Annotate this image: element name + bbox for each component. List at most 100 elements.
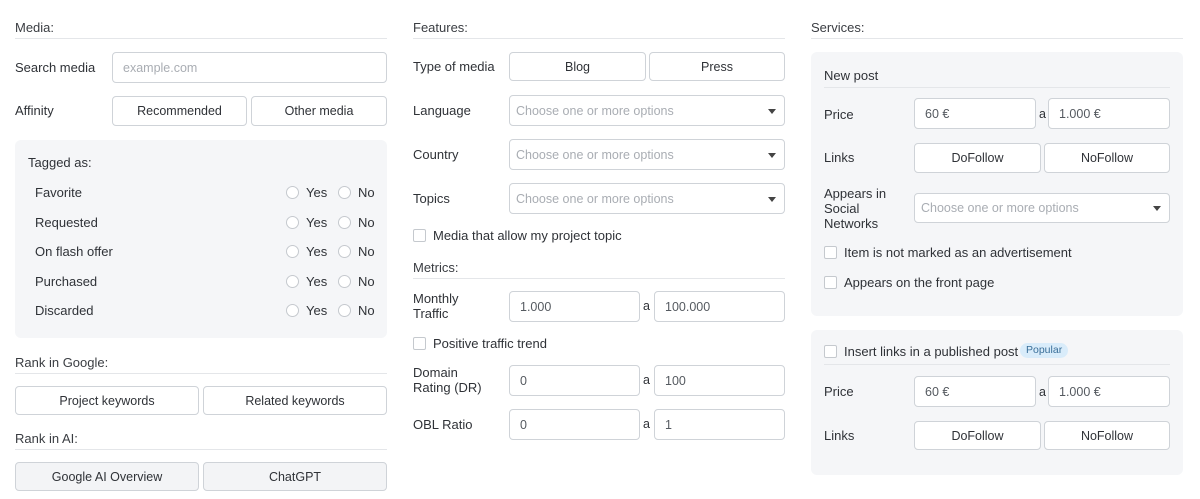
tagged-as-title: Tagged as:	[28, 155, 92, 170]
metrics-title: Metrics:	[413, 260, 459, 275]
language-select[interactable]: Choose one or more options	[509, 95, 785, 126]
type-blog-button[interactable]: Blog	[509, 52, 646, 81]
discarded-no-radio[interactable]	[338, 304, 351, 317]
front-page-label: Appears on the front page	[844, 275, 995, 290]
favorite-no-radio[interactable]	[338, 186, 351, 199]
new-post-dofollow-button[interactable]: DoFollow	[914, 143, 1041, 173]
rank-ai-title: Rank in AI:	[15, 431, 78, 446]
social-networks-select[interactable]: Choose one or more options	[914, 193, 1170, 223]
new-post-title: New post	[824, 68, 879, 83]
type-of-media-label: Type of media	[413, 59, 495, 74]
rank-google-title: Rank in Google:	[15, 355, 109, 370]
monthly-traffic-label: Monthly Traffic	[413, 291, 459, 321]
published-post-checkbox[interactable]	[824, 345, 837, 358]
range-separator: a	[643, 417, 650, 431]
tagged-row-label: On flash offer	[35, 244, 113, 259]
chevron-down-icon	[1153, 206, 1161, 211]
affinity-recommended-button[interactable]: Recommended	[112, 96, 247, 126]
requested-yes-radio[interactable]	[286, 216, 299, 229]
new-post-price-max-input[interactable]: 1.000 €	[1048, 98, 1170, 129]
country-select[interactable]: Choose one or more options	[509, 139, 785, 170]
media-title: Media:	[15, 20, 55, 35]
flash-offer-no-radio[interactable]	[338, 245, 351, 258]
front-page-checkbox[interactable]	[824, 276, 837, 289]
tagged-row-label: Favorite	[35, 185, 82, 200]
published-nofollow-button[interactable]: NoFollow	[1044, 421, 1170, 450]
no-label: No	[358, 215, 375, 230]
affinity-other-media-button[interactable]: Other media	[251, 96, 387, 126]
chevron-down-icon	[768, 196, 776, 202]
allow-topic-label: Media that allow my project topic	[433, 228, 622, 243]
new-post-nofollow-button[interactable]: NoFollow	[1044, 143, 1170, 173]
topics-label: Topics	[413, 191, 450, 206]
not-ad-label: Item is not marked as an advertisement	[844, 245, 1072, 260]
published-price-min-input[interactable]: 60 €	[914, 376, 1036, 407]
chevron-down-icon	[768, 108, 776, 114]
language-label: Language	[413, 103, 471, 118]
search-media-input[interactable]: example.com	[112, 52, 387, 83]
range-separator: a	[1039, 385, 1046, 399]
project-keywords-button[interactable]: Project keywords	[15, 386, 199, 415]
purchased-yes-radio[interactable]	[286, 275, 299, 288]
country-placeholder: Choose one or more options	[516, 147, 674, 162]
topics-select[interactable]: Choose one or more options	[509, 183, 785, 214]
yes-label: Yes	[306, 215, 328, 230]
yes-label: Yes	[306, 244, 328, 259]
new-post-price-label: Price	[824, 107, 854, 122]
discarded-yes-radio[interactable]	[286, 304, 299, 317]
domain-rating-max-input[interactable]: 100	[654, 365, 785, 396]
purchased-no-radio[interactable]	[338, 275, 351, 288]
language-placeholder: Choose one or more options	[516, 103, 674, 118]
tagged-row-label: Discarded	[35, 303, 94, 318]
allow-topic-checkbox[interactable]	[413, 229, 426, 242]
tagged-row-label: Requested	[35, 215, 98, 230]
rank-google-divider	[15, 373, 387, 374]
rank-ai-divider	[15, 449, 387, 450]
published-post-panel: Insert links in a published post Popular…	[811, 330, 1183, 475]
positive-trend-label: Positive traffic trend	[433, 336, 547, 351]
yes-label: Yes	[306, 303, 328, 318]
social-networks-label: Appears in Social Networks	[824, 186, 887, 231]
new-post-panel: New post Price 60 € a 1.000 € Links DoFo…	[811, 52, 1183, 316]
published-post-divider	[824, 364, 1170, 365]
features-title: Features:	[413, 20, 468, 35]
features-divider	[413, 38, 785, 39]
yes-label: Yes	[306, 274, 328, 289]
obl-ratio-max-input[interactable]: 1	[654, 409, 785, 440]
search-media-label: Search media	[15, 60, 96, 75]
obl-ratio-min-input[interactable]: 0	[509, 409, 640, 440]
published-price-max-input[interactable]: 1.000 €	[1048, 376, 1170, 407]
type-press-button[interactable]: Press	[649, 52, 785, 81]
published-post-title: Insert links in a published post	[844, 344, 1019, 359]
country-label: Country	[413, 147, 459, 162]
requested-no-radio[interactable]	[338, 216, 351, 229]
monthly-traffic-min-input[interactable]: 1.000	[509, 291, 640, 322]
not-ad-checkbox[interactable]	[824, 246, 837, 259]
tagged-row-label: Purchased	[35, 274, 98, 289]
new-post-divider	[824, 87, 1170, 88]
related-keywords-button[interactable]: Related keywords	[203, 386, 387, 415]
google-ai-overview-button[interactable]: Google AI Overview	[15, 462, 199, 491]
tagged-as-panel: Tagged as: Favorite Yes No Requested Yes…	[15, 140, 387, 338]
domain-rating-min-input[interactable]: 0	[509, 365, 640, 396]
new-post-price-min-input[interactable]: 60 €	[914, 98, 1036, 129]
range-separator: a	[1039, 107, 1046, 121]
flash-offer-yes-radio[interactable]	[286, 245, 299, 258]
yes-label: Yes	[306, 185, 328, 200]
monthly-traffic-max-input[interactable]: 100.000	[654, 291, 785, 322]
no-label: No	[358, 303, 375, 318]
new-post-links-label: Links	[824, 150, 855, 165]
domain-rating-label: Domain Rating (DR)	[413, 365, 482, 395]
media-divider	[15, 38, 387, 39]
metrics-divider	[413, 278, 785, 279]
services-title: Services:	[811, 20, 865, 35]
range-separator: a	[643, 299, 650, 313]
published-dofollow-button[interactable]: DoFollow	[914, 421, 1041, 450]
positive-trend-checkbox[interactable]	[413, 337, 426, 350]
social-networks-placeholder: Choose one or more options	[921, 201, 1079, 215]
favorite-yes-radio[interactable]	[286, 186, 299, 199]
chatgpt-button[interactable]: ChatGPT	[203, 462, 387, 491]
popular-badge: Popular	[1020, 343, 1069, 358]
no-label: No	[358, 274, 375, 289]
range-separator: a	[643, 373, 650, 387]
